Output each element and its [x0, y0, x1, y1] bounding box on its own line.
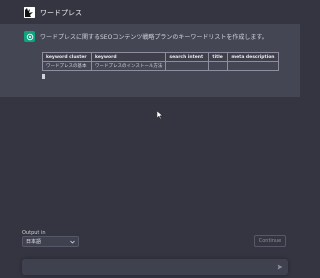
mouse-pointer-icon	[156, 104, 164, 123]
header-keyword-cluster: keyword cluster	[42, 52, 92, 62]
cell-title	[208, 61, 229, 71]
chat-page: ワードプレス ワードプレスに関するSEOコンテンツ戦略プランのキーワードリストを…	[0, 0, 300, 278]
user-message-row: ワードプレス	[0, 0, 300, 24]
header-meta-description: meta description	[227, 52, 279, 62]
chevron-down-icon	[70, 240, 75, 243]
cell-search-intent	[165, 61, 210, 71]
cell-meta-description	[227, 61, 279, 71]
assistant-intro-text: ワードプレスに関するSEOコンテンツ戦略プランのキーワードリストを作成します。	[40, 34, 268, 41]
assistant-message-row: ワードプレスに関するSEOコンテンツ戦略プランのキーワードリストを作成します。 …	[0, 24, 300, 120]
avatar-icon	[24, 7, 35, 18]
header-keyword: keyword	[90, 52, 167, 62]
user-message-text: ワードプレス	[40, 9, 82, 17]
continue-button-label: Continue	[258, 238, 282, 244]
user-avatar	[24, 7, 35, 18]
selected-language: 日本語	[26, 239, 42, 245]
cell-keyword-cluster: ワードプレスの基本	[42, 61, 92, 71]
continue-button[interactable]: Continue	[254, 235, 286, 247]
cell-keyword: ワードプレスのインストール方法	[90, 61, 167, 71]
table-row: ワードプレスの基本 ワードプレスのインストール方法	[42, 61, 279, 71]
send-icon[interactable]	[277, 264, 283, 270]
keyword-table: keyword cluster keyword search intent ti…	[42, 52, 279, 71]
output-language-select[interactable]: 日本語	[22, 236, 79, 247]
header-search-intent: search intent	[165, 52, 210, 62]
header-title: title	[208, 52, 229, 62]
assistant-avatar	[24, 31, 35, 42]
table-header-row: keyword cluster keyword search intent ti…	[42, 52, 279, 62]
openai-logo-icon	[26, 33, 33, 40]
typing-cursor	[42, 74, 45, 79]
message-input[interactable]	[22, 259, 288, 275]
